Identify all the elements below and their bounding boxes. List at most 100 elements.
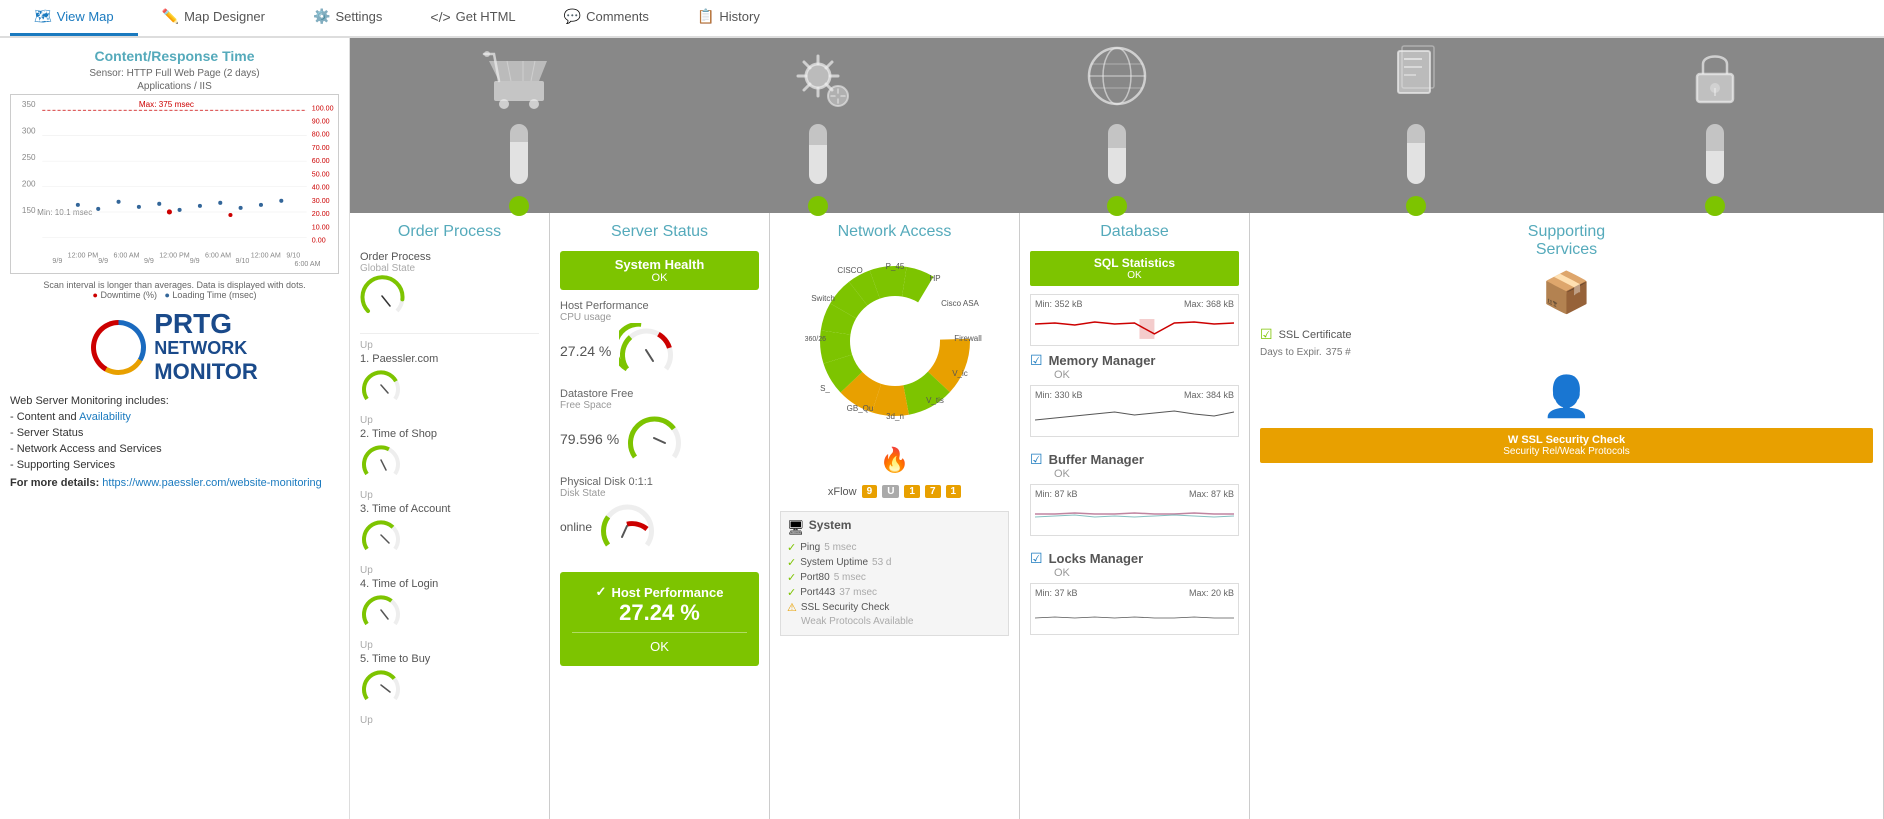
svg-text:150: 150: [22, 206, 36, 215]
ssl-security-button[interactable]: W SSL Security Check Security Rel/Weak P…: [1260, 428, 1873, 463]
sparkline-svg-buffer: [1035, 499, 1234, 529]
xflow-badge-9: 9: [862, 485, 878, 498]
order-global-state: Order Process Global State: [360, 251, 539, 319]
svg-text:GB_Qu: GB_Qu: [846, 404, 873, 413]
left-panel: Content/Response Time Sensor: HTTP Full …: [0, 38, 350, 819]
main-content: Content/Response Time Sensor: HTTP Full …: [0, 38, 1884, 819]
system-label: System: [809, 518, 852, 532]
sql-stats-button[interactable]: SQL Statistics OK: [1030, 251, 1239, 286]
logo-network: NETWORK: [154, 338, 257, 359]
svg-text:70.00: 70.00: [312, 144, 330, 152]
system-section: 🖥 System ✓ Ping 5 msec ✓ System Uptime 5…: [780, 511, 1009, 636]
firewall-icon: 🔥: [780, 446, 1009, 475]
svg-text:30.00: 30.00: [312, 197, 330, 205]
code-icon: </>: [430, 9, 450, 25]
gauge-datastore: [627, 411, 682, 466]
order-process-title: Order Process: [360, 223, 539, 241]
sys-ssl: ⚠ SSL Security Check: [787, 601, 1002, 614]
sparkline-svg-locks: [1035, 598, 1234, 628]
datastore-value: 79.596 %: [560, 431, 619, 447]
svg-text:12:00 AM: 12:00 AM: [251, 252, 281, 260]
disk-state-label: Disk State: [560, 488, 759, 499]
info-title: Web Server Monitoring includes:: [10, 395, 339, 407]
tube-lock: [1706, 124, 1724, 184]
ssl-days-row: Days to Expir. 375 #: [1260, 347, 1873, 358]
svg-text:200: 200: [22, 180, 36, 189]
svg-text:Switch: Switch: [811, 294, 835, 303]
sparkline-sql: Min: 352 kB Max: 368 kB: [1030, 294, 1239, 346]
top-navigation: 🗺 View Map ✏️ Map Designer ⚙️ Settings <…: [0, 0, 1884, 38]
svg-text:6:00 AM: 6:00 AM: [113, 252, 139, 260]
svg-text:40.00: 40.00: [312, 184, 330, 192]
db-buffer-manager: ☑ Buffer Manager OK Min: 87 kB Max: 87 k…: [1030, 451, 1239, 542]
logo-prtg-name: PRTG: [154, 310, 257, 338]
settings-icon: ⚙️: [313, 8, 330, 25]
sparkline-buffer: Min: 87 kB Max: 87 kB: [1030, 484, 1239, 536]
sparkline-memory: Min: 330 kB Max: 384 kB: [1030, 385, 1239, 437]
mem-min: Min: 330 kB: [1035, 390, 1083, 400]
system-health-label: System Health: [570, 257, 749, 272]
col-server-status: Server Status System Health OK Host Perf…: [550, 213, 770, 819]
chart-subtitle-2: Applications / IIS: [10, 81, 339, 92]
col-supporting-services: SupportingServices 📦 ☑ SSL Certificate D…: [1250, 213, 1884, 819]
svg-text:250: 250: [22, 153, 36, 162]
host-perf-box-ok: OK: [572, 639, 747, 654]
nav-get-html[interactable]: </> Get HTML: [406, 0, 539, 36]
check-ping: ✓: [787, 541, 796, 554]
map-icon: 🗺: [34, 8, 52, 25]
sys-port443: ✓ Port443 37 msec: [787, 586, 1002, 599]
host-perf-label: Host Performance: [560, 300, 759, 312]
info-item-1: - Content and Availability: [10, 411, 339, 423]
svg-text:Firewall: Firewall: [954, 334, 982, 343]
system-health-button[interactable]: System Health OK: [560, 251, 759, 290]
svg-text:0.00: 0.00: [312, 236, 326, 244]
nav-view-map[interactable]: 🗺 View Map: [10, 0, 138, 36]
nav-history[interactable]: 📋 History: [673, 0, 784, 36]
nav-comments[interactable]: 💬 Comments: [540, 0, 673, 36]
ssl-cert-section: ☑ SSL Certificate Days to Expir. 375 #: [1260, 326, 1873, 358]
person-icon: 👤: [1260, 373, 1873, 420]
locks-manager-ok: OK: [1054, 567, 1239, 579]
svg-text:20.00: 20.00: [312, 210, 330, 218]
info-item-3: - Network Access and Services: [10, 443, 339, 455]
metric-disk: Physical Disk 0:1:1 Disk State online: [560, 476, 759, 554]
col-order-process: Order Process Order Process Global State: [350, 213, 550, 819]
up-label-3: Up: [360, 490, 539, 501]
disk-value: online: [560, 520, 592, 534]
line-chart: 350 300 250 200 150 100.00 90.00 80.00 7…: [11, 95, 338, 273]
up-label-1: Up: [360, 340, 539, 351]
gauge-disk: [600, 499, 655, 554]
svg-text:Cisco ASA: Cisco ASA: [941, 299, 979, 308]
col-database: Database SQL Statistics OK Min: 352 kB M…: [1020, 213, 1250, 819]
gauge-1: [360, 365, 402, 407]
metric-datastore: Datastore Free Free Space 79.596 %: [560, 388, 759, 466]
svg-text:P_45: P_45: [885, 262, 904, 271]
icon-gear: [778, 38, 858, 216]
svg-text:Min: 10.1 msec: Min: 10.1 msec: [37, 208, 92, 217]
logo-monitor: MONITOR: [154, 359, 257, 385]
gauge-2: [360, 440, 402, 482]
sql-max: Max: 368 kB: [1184, 299, 1234, 309]
order-item-3: 3. Time of Account: [360, 503, 539, 557]
sys-ping: ✓ Ping 5 msec: [787, 541, 1002, 554]
svg-text:90.00: 90.00: [312, 117, 330, 125]
order-item-5: 5. Time to Buy: [360, 653, 539, 707]
host-perf-box[interactable]: ✓ Host Performance 27.24 % OK: [560, 572, 759, 666]
nav-map-designer[interactable]: ✏️ Map Designer: [138, 0, 289, 36]
svg-text:Max: 375 msec: Max: 375 msec: [139, 100, 194, 109]
cpu-value: 27.24 %: [560, 343, 611, 359]
sys-ssl-sub: Weak Protocols Available: [787, 616, 1002, 627]
icon-lock: [1675, 38, 1755, 216]
info-link[interactable]: https://www.paessler.com/website-monitor…: [102, 477, 321, 489]
chart-title: Content/Response Time: [10, 48, 339, 64]
svg-text:9/9: 9/9: [144, 257, 154, 265]
svg-text:3d_n: 3d_n: [886, 412, 904, 421]
buffer-manager-ok: OK: [1054, 468, 1239, 480]
nav-settings[interactable]: ⚙️ Settings: [289, 0, 406, 36]
tube-gear: [809, 124, 827, 184]
metric-cpu: Host Performance CPU usage 27.24 %: [560, 300, 759, 378]
db-memory-manager: ☑ Memory Manager OK Min: 330 kB Max: 384…: [1030, 352, 1239, 443]
info-item-4: - Supporting Services: [10, 459, 339, 471]
svg-text:9/9: 9/9: [52, 257, 62, 265]
chart-subtitle-1: Sensor: HTTP Full Web Page (2 days): [10, 68, 339, 79]
